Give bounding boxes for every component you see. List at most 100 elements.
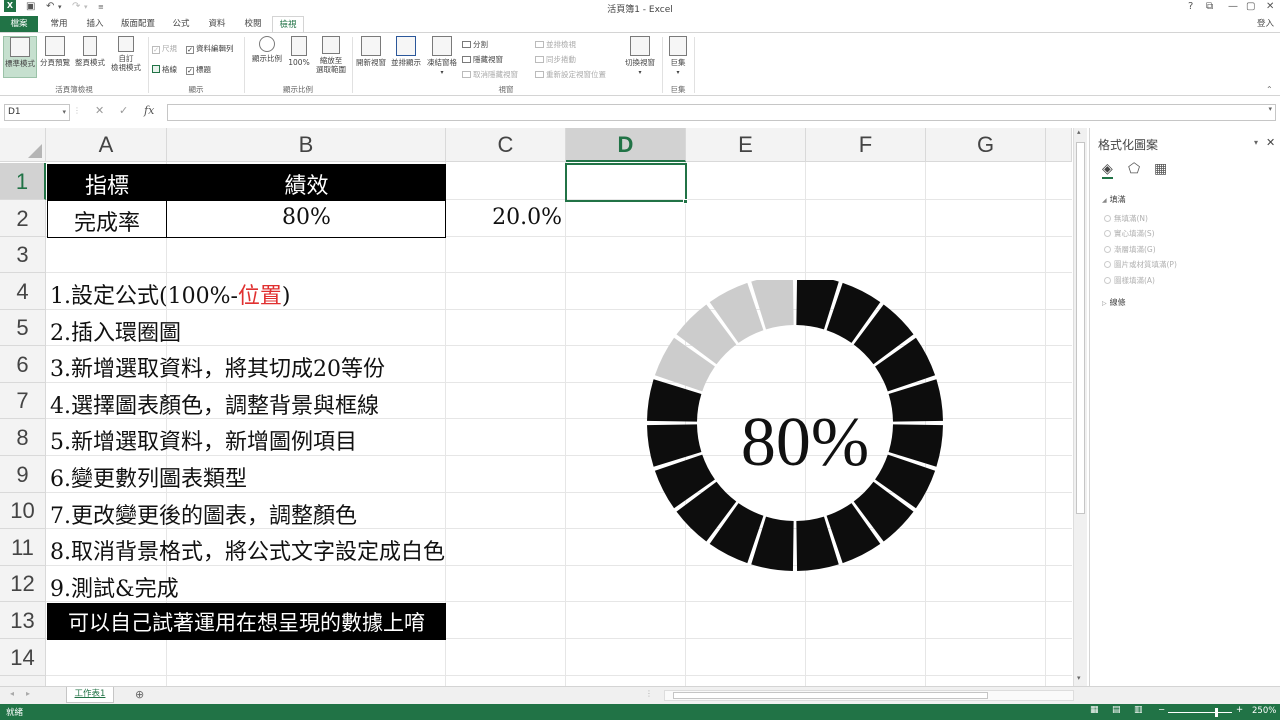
custom-views-button[interactable]: 自訂 檢視模式 <box>108 36 144 82</box>
zoom-to-selection-button[interactable]: 縮放至 選取範圍 <box>313 36 349 84</box>
column-header-d[interactable]: D <box>566 128 686 162</box>
zoom-level[interactable]: 250% <box>1252 706 1276 716</box>
normal-view-status-icon[interactable]: ▦ <box>1090 705 1099 715</box>
tab-page-layout[interactable]: 版面配置 <box>116 16 160 32</box>
page-layout-status-icon[interactable]: ▤ <box>1112 705 1121 715</box>
select-all-corner[interactable] <box>0 128 46 162</box>
row-header-14[interactable]: 14 <box>0 639 46 676</box>
minimize-button[interactable]: — <box>1228 1 1238 12</box>
row-header-11[interactable]: 11 <box>0 529 46 566</box>
name-box[interactable]: D1 ▾ <box>4 104 70 121</box>
picture-fill-option[interactable]: 圖片或材質填滿(P) <box>1104 259 1177 270</box>
row-header-3[interactable]: 3 <box>0 237 46 273</box>
horizontal-scroll-thumb[interactable] <box>673 692 988 699</box>
formula-input[interactable]: ▾ <box>167 104 1276 121</box>
vertical-scrollbar[interactable]: ▴ ▾ <box>1073 128 1087 688</box>
tab-file[interactable]: 檔案 <box>0 16 38 32</box>
fill-handle[interactable] <box>683 199 688 204</box>
normal-view-button[interactable]: 標準模式 <box>3 36 37 78</box>
scroll-down-icon[interactable]: ▾ <box>1077 674 1081 682</box>
sign-in-link[interactable]: 登入 <box>1257 17 1274 29</box>
row-header-10[interactable]: 10 <box>0 493 46 529</box>
row-header-5[interactable]: 5 <box>0 310 46 346</box>
cell-a1[interactable]: 指標 <box>47 168 167 200</box>
ruler-checkbox[interactable]: ✓ 尺規 <box>152 43 177 54</box>
row-header-1[interactable]: 1 <box>0 163 46 200</box>
gradient-fill-option[interactable]: 漸層填滿(G) <box>1104 244 1156 255</box>
headings-checkbox[interactable]: ✓ 標題 <box>186 64 211 75</box>
cell-a9[interactable]: 6.變更數列圖表類型 <box>50 461 247 493</box>
add-sheet-button[interactable]: ⊕ <box>135 688 144 701</box>
tab-view[interactable]: 檢視 <box>272 16 304 32</box>
row-header-9[interactable]: 9 <box>0 456 46 493</box>
column-header-g[interactable]: G <box>926 128 1046 162</box>
row-header-13[interactable]: 13 <box>0 602 46 639</box>
zoom-button[interactable]: 顯示比例 <box>249 36 285 78</box>
tab-review[interactable]: 校閱 <box>238 16 268 32</box>
ribbon-display-options-icon[interactable]: ⧉ <box>1206 1 1213 12</box>
cell-a8[interactable]: 5.新增選取資料，新增圖例項目 <box>50 424 357 456</box>
horizontal-scrollbar[interactable] <box>664 690 1074 701</box>
expand-formula-bar-icon[interactable]: ▾ <box>1268 105 1272 113</box>
pattern-fill-option[interactable]: 圖樣填滿(A) <box>1104 275 1155 286</box>
insert-function-button[interactable]: fx <box>144 104 154 117</box>
no-fill-option[interactable]: 無填滿(N) <box>1104 213 1148 224</box>
freeze-panes-button[interactable]: 凍結窗格 ▾ <box>424 36 460 86</box>
tab-split-handle-icon[interactable]: ⋮ <box>645 689 653 698</box>
hide-window-button[interactable]: 隱藏視窗 <box>462 54 503 65</box>
synchronous-scrolling-button[interactable]: 同步捲動 <box>535 54 576 65</box>
cell-a13[interactable]: 可以自己試著運用在想呈現的數據上唷 <box>47 607 446 637</box>
fill-line-tab-icon[interactable]: ◈ <box>1102 161 1113 179</box>
column-header-f[interactable]: F <box>806 128 926 162</box>
cell-b2[interactable]: 80% <box>167 205 446 230</box>
row-header-7[interactable]: 7 <box>0 383 46 419</box>
cancel-entry-icon[interactable]: ✕ <box>95 104 104 117</box>
cell-a2[interactable]: 完成率 <box>47 205 167 237</box>
cell-a6[interactable]: 3.新增選取資料，將其切成20等份 <box>50 351 385 383</box>
zoom-in-button[interactable]: + <box>1236 705 1243 715</box>
worksheet-grid[interactable]: A B C D E F G 1 2 3 4 5 6 7 8 9 10 11 12… <box>0 128 1072 686</box>
effects-tab-icon[interactable]: ⬠ <box>1128 161 1140 177</box>
next-sheet-icon[interactable]: ▸ <box>26 689 30 698</box>
size-properties-tab-icon[interactable]: ▦ <box>1154 161 1167 177</box>
arrange-all-button[interactable]: 並排顯示 <box>389 36 423 78</box>
view-side-by-side-button[interactable]: 並排檢視 <box>535 39 576 50</box>
confirm-entry-icon[interactable]: ✓ <box>119 104 128 117</box>
cell-a5[interactable]: 2.插入環圈圖 <box>50 315 181 347</box>
cell-a11[interactable]: 8.取消背景格式，將公式文字設定成白色 <box>50 534 445 566</box>
cell-b1[interactable]: 績效 <box>167 168 446 200</box>
tab-home[interactable]: 常用 <box>44 16 74 32</box>
cell-a7[interactable]: 4.選擇圖表顏色，調整背景與框線 <box>50 388 379 420</box>
zoom-100-button[interactable]: 100% <box>286 36 312 78</box>
selected-cell-d1[interactable] <box>565 163 687 202</box>
formula-bar-checkbox[interactable]: ✓ 資料編輯列 <box>186 43 234 54</box>
column-header-h[interactable] <box>1046 128 1072 162</box>
close-button[interactable]: ✕ <box>1266 1 1274 12</box>
pane-close-icon[interactable]: ✕ <box>1266 136 1275 149</box>
row-header-12[interactable]: 12 <box>0 566 46 602</box>
solid-fill-option[interactable]: 實心填滿(S) <box>1104 228 1155 239</box>
tab-data[interactable]: 資料 <box>202 16 232 32</box>
collapse-ribbon-icon[interactable]: ⌃ <box>1266 85 1273 94</box>
name-box-dropdown-icon[interactable]: ▾ <box>62 105 66 120</box>
row-header-15[interactable] <box>0 676 46 686</box>
cell-a12[interactable]: 9.測試&完成 <box>50 571 179 603</box>
reset-window-position-button[interactable]: 重新設定視窗位置 <box>535 69 606 80</box>
column-header-c[interactable]: C <box>446 128 566 162</box>
prev-sheet-icon[interactable]: ◂ <box>10 689 14 698</box>
macros-button[interactable]: 巨集 ▾ <box>664 36 692 86</box>
scroll-up-icon[interactable]: ▴ <box>1077 128 1081 136</box>
gridlines-checkbox[interactable]: 格線 <box>152 64 177 75</box>
maximize-button[interactable]: ▢ <box>1246 1 1255 12</box>
column-header-b[interactable]: B <box>167 128 446 162</box>
doughnut-chart[interactable]: 80% <box>630 280 960 580</box>
switch-windows-button[interactable]: 切換視窗 ▾ <box>622 36 658 86</box>
row-header-8[interactable]: 8 <box>0 419 46 456</box>
row-header-2[interactable]: 2 <box>0 200 46 237</box>
zoom-slider-track[interactable] <box>1168 712 1232 713</box>
tab-insert[interactable]: 插入 <box>80 16 110 32</box>
cell-c2[interactable]: 20.0% <box>446 205 562 230</box>
cell-a4[interactable]: 1.設定公式(100%-位置) <box>50 278 291 310</box>
page-break-status-icon[interactable]: ▥ <box>1134 705 1143 715</box>
help-button[interactable]: ? <box>1188 1 1193 12</box>
